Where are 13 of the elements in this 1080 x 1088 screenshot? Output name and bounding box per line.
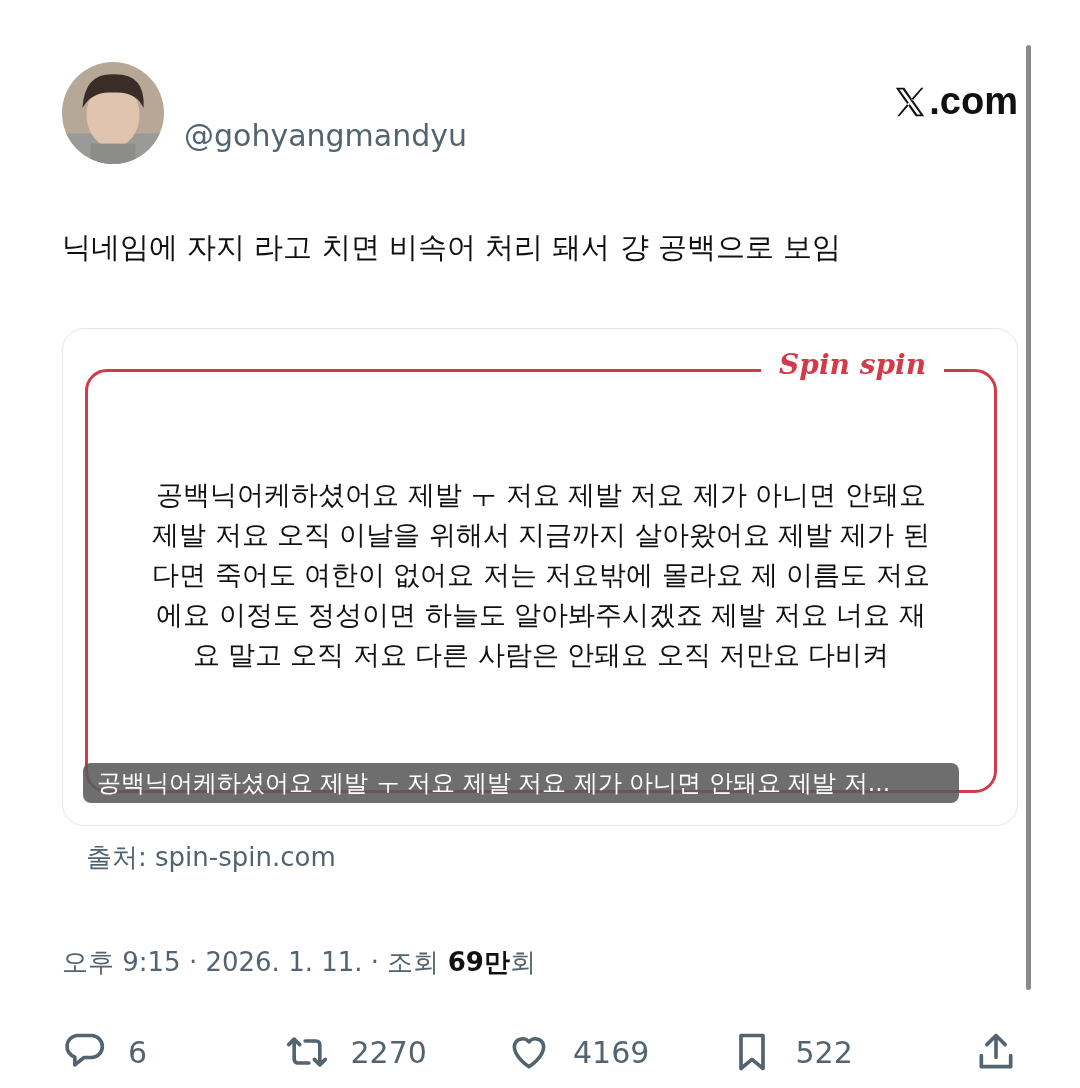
site-name: .com xyxy=(929,80,1018,123)
source-link[interactable]: 출처: spin-spin.com xyxy=(62,840,1018,875)
action-count: 522 xyxy=(795,1034,853,1070)
action-count: 6 xyxy=(128,1034,148,1070)
tweet-meta: 오후 9:15 · 2026. 1. 11. · 조회 69만회 xyxy=(62,946,537,979)
action-count: 2270 xyxy=(350,1034,427,1070)
user-handle[interactable]: @gohyangmandyu xyxy=(184,118,874,153)
card-caption: 공백닉어케하셨어요 제발 ㅜ 저요 제발 저요 제가 아니면 안돼요 제발 저... xyxy=(83,763,959,803)
scrollbar[interactable] xyxy=(1026,45,1031,990)
link-card[interactable] xyxy=(62,328,1018,826)
card-text: 공백닉어케하셨어요 제발 ㅜ 저요 제발 저요 제가 아니면 안돼요 제발 저요 오직 이날을 위해서 지금까지 살아왔어요 제발 제가 된다면 죽어도 여한이 없어요 저는 저요밖에 몰라요 제 이름도 저요에요 이정도 정성이면 하늘도 알아봐주시겠죠 제발 저요 너요 재요 말고 오직 저요 다른 사람은 안돼요 오직 저만요 다비켜 xyxy=(151,478,931,672)
tweet-text: 닉네임에 자지 라고 치면 비속어 처리 돼서 걍 공백으로 보임 xyxy=(62,229,842,266)
action-count: 4169 xyxy=(573,1034,650,1070)
